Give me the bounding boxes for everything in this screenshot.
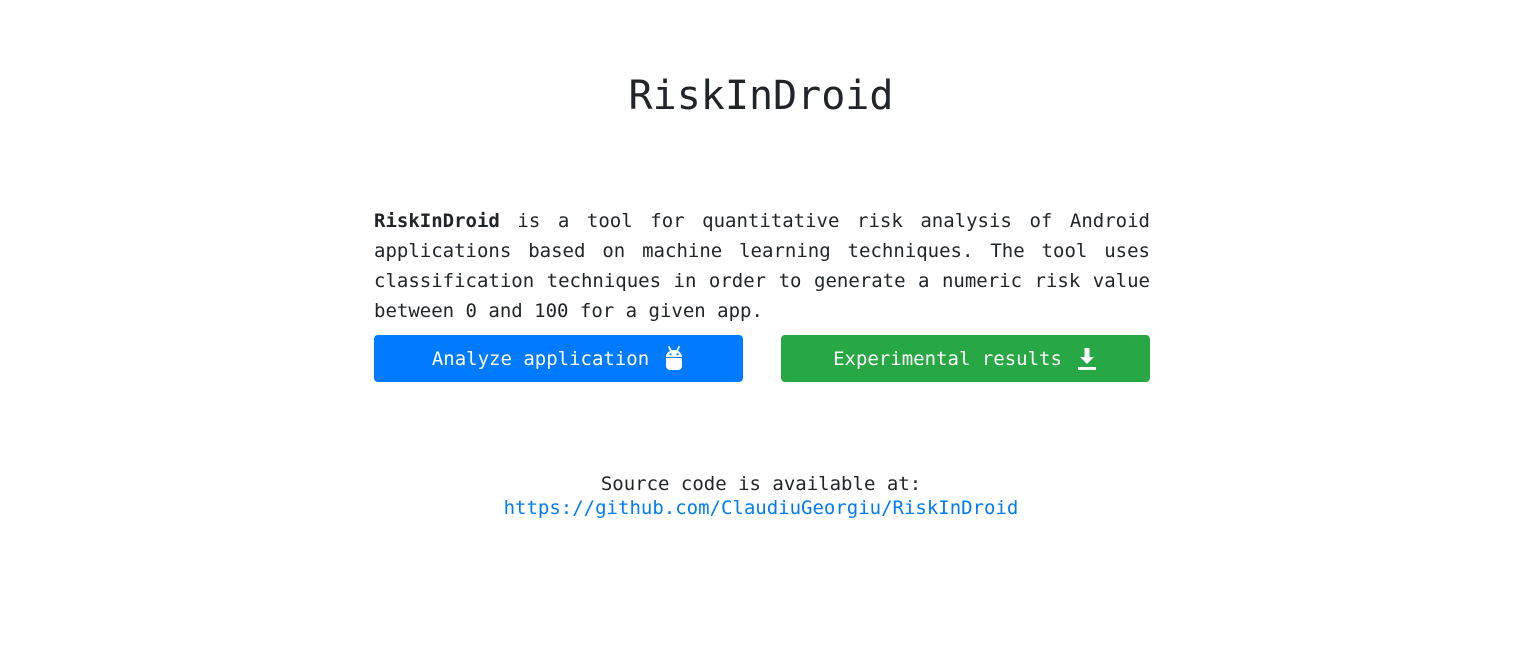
source-code-label: Source code is available at: xyxy=(600,473,922,495)
page-title: RiskInDroid xyxy=(628,73,894,119)
analyze-application-label: Analyze application xyxy=(431,347,650,370)
intro-paragraph: RiskInDroid is a tool for quantitative r… xyxy=(374,206,1150,326)
analyze-application-button[interactable]: Analyze application xyxy=(374,335,743,382)
page: RiskInDroid RiskInDroid is a tool for qu… xyxy=(0,0,1522,671)
download-icon xyxy=(1076,346,1098,372)
source-code-section: Source code is available at: https://git… xyxy=(0,472,1522,520)
intro-brand: RiskInDroid xyxy=(374,210,500,232)
experimental-results-label: Experimental results xyxy=(833,347,1062,370)
experimental-results-button[interactable]: Experimental results xyxy=(781,335,1150,382)
source-code-link[interactable]: https://github.com/ClaudiuGeorgiu/RiskIn… xyxy=(0,496,1522,520)
android-icon xyxy=(663,345,685,372)
